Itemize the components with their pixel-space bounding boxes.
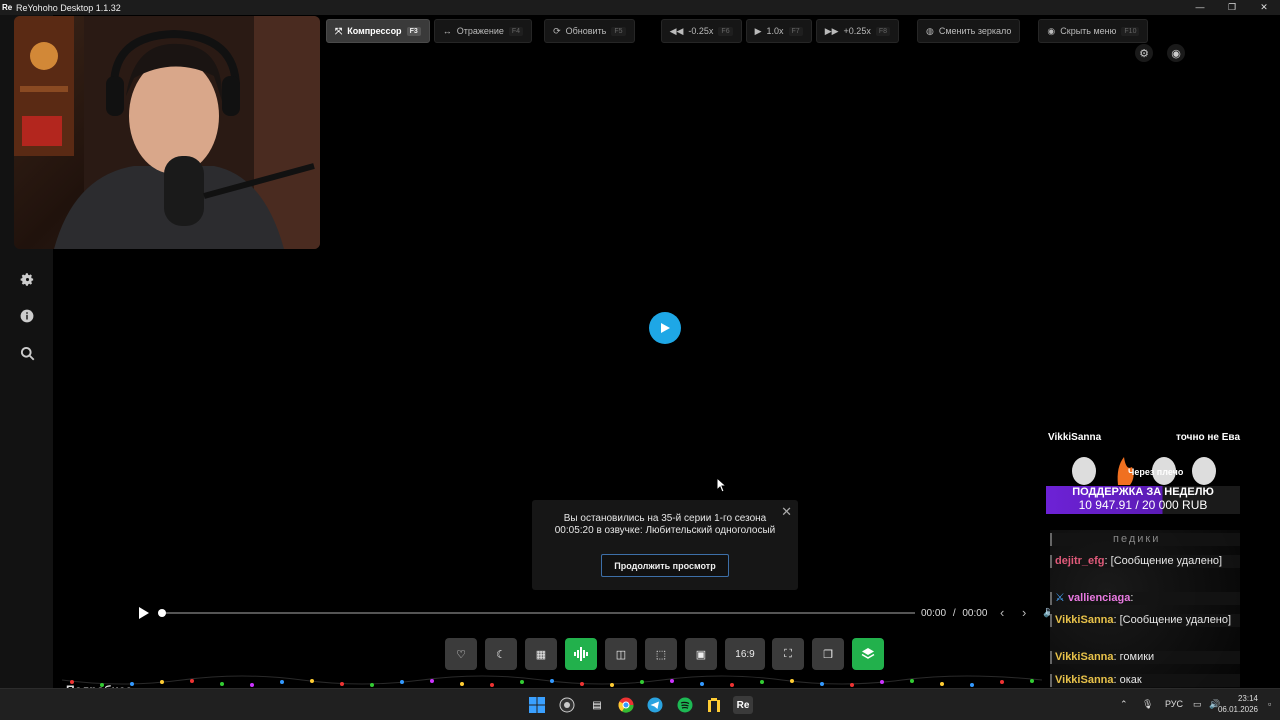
player-settings-icon[interactable]: ⚙	[1135, 44, 1153, 62]
audio-button[interactable]	[565, 638, 597, 670]
chat-message: VikkiSanna: окак	[1050, 674, 1240, 687]
rewind-icon: ◀◀	[669, 25, 684, 36]
resize-button[interactable]: ⬚	[645, 638, 677, 670]
fast-forward-icon: ▶▶	[824, 25, 839, 36]
close-window-button[interactable]: ✕	[1248, 0, 1280, 15]
taskbar: ▤ Re ⌃ 🎙 РУС ▭ 🔊 23:14 06.01.2026 ▫	[0, 688, 1280, 720]
speed-down-button[interactable]: ◀◀ -0.25x F6	[660, 19, 742, 43]
split-view-icon: ◫	[615, 648, 627, 661]
mouse-cursor	[716, 477, 728, 493]
mirror-icon: ↔	[442, 26, 452, 36]
play-icon: ▶	[754, 25, 762, 36]
settings-icon[interactable]	[17, 269, 37, 289]
heart-icon: ♡	[456, 648, 466, 661]
screenshot-button[interactable]: ⛶	[772, 638, 804, 670]
copy-icon: ❐	[823, 648, 833, 661]
app-icon: Re	[2, 3, 13, 12]
resume-dialog: Вы остановились на 35-й серии 1-го сезон…	[532, 500, 798, 590]
telegram-icon[interactable]	[646, 696, 664, 714]
play-pause-button[interactable]	[136, 606, 150, 620]
cats-graphic: Через плечо	[1046, 447, 1240, 487]
chat-message: dejitr_efg: [Сообщение удалено]	[1050, 555, 1240, 568]
resume-message: Вы остановились на 35-й серии 1-го сезон…	[554, 513, 776, 536]
audio-wave-icon	[574, 647, 588, 661]
left-name: VikkiSanna	[1048, 432, 1102, 443]
resize-icon: ⬚	[655, 648, 667, 661]
microphone-icon[interactable]: 🎙	[1142, 699, 1153, 710]
hide-menu-button[interactable]: ◉ Скрыть меню F10	[1038, 19, 1149, 43]
info-icon[interactable]	[17, 306, 37, 326]
screenshot-icon: ⛶	[784, 647, 792, 660]
notification-icon[interactable]: ▫	[1268, 699, 1271, 709]
sword-icon: ⚔	[1055, 592, 1065, 604]
moon-icon: ☾	[496, 648, 506, 661]
webcam-overlay	[14, 16, 320, 249]
game-icon[interactable]	[705, 696, 723, 714]
duration: 00:00	[962, 608, 988, 619]
chat-overlay: педики dejitr_efg: [Сообщение удалено] ⚔…	[1050, 530, 1240, 688]
notepad-icon[interactable]: ▤	[588, 696, 606, 714]
compressor-button[interactable]: ⤧ Компрессор F3	[326, 19, 430, 43]
layers-icon	[861, 648, 875, 659]
network-icon[interactable]: ▭	[1193, 699, 1202, 710]
speed-normal-button[interactable]: ▶ 1.0x F7	[745, 19, 812, 43]
chat-message: ⚔ vallienciaga:	[1050, 592, 1240, 605]
chat-message: педики	[1050, 533, 1240, 546]
language-indicator[interactable]: РУС	[1165, 699, 1183, 709]
refresh-icon: ⟳	[553, 25, 561, 36]
seek-bar[interactable]	[160, 612, 915, 614]
obs-icon[interactable]	[558, 696, 576, 714]
search-icon[interactable]	[17, 343, 37, 363]
previous-episode-icon[interactable]: ‹	[1000, 605, 1004, 620]
eye-icon: ◉	[1047, 25, 1056, 36]
speed-up-button[interactable]: ▶▶ +0.25x F8	[815, 19, 899, 43]
clock-time: 23:14	[1237, 694, 1258, 703]
clock[interactable]: 23:14 06.01.2026	[1218, 693, 1258, 715]
visibility-eye-icon[interactable]: ◉	[1167, 44, 1185, 62]
tray-chevron-icon[interactable]: ⌃	[1120, 699, 1128, 710]
play-icon	[661, 323, 670, 333]
maximize-button[interactable]: ❐	[1216, 0, 1248, 15]
change-mirror-button[interactable]: ◍ Сменить зеркало	[917, 19, 1021, 43]
chat-message: VikkiSanna: [Сообщение удалено]	[1050, 614, 1240, 627]
support-amount: 10 947.91 / 20 000 RUB	[1078, 498, 1208, 512]
donation-header: VikkiSanna точно не Ева	[1048, 432, 1240, 443]
picture-in-picture-button[interactable]: ▣	[685, 638, 717, 670]
time-display: 00:00 / 00:00	[921, 608, 988, 619]
title-bar: Re ReYohoho Desktop 1.1.32 — ❐ ✕	[0, 0, 1280, 15]
continue-watching-button[interactable]: Продолжить просмотр	[601, 554, 729, 577]
mirror-button[interactable]: ↔ Отражение F4	[433, 19, 533, 43]
dark-mode-button[interactable]: ☾	[485, 638, 517, 670]
big-play-button[interactable]	[649, 312, 681, 344]
chrome-icon[interactable]	[617, 696, 635, 714]
grid-icon: ▦	[535, 648, 547, 661]
compress-icon: ⤧	[335, 25, 343, 36]
aspect-ratio-button[interactable]: 16:9	[725, 638, 765, 670]
picture-in-picture-icon: ▣	[695, 648, 707, 661]
globe-icon: ◍	[926, 25, 934, 36]
player-toolbar: ⤧ Компрессор F3 ↔ Отражение F4 ⟳ Обновит…	[326, 19, 1149, 43]
next-episode-icon[interactable]: ›	[1022, 605, 1026, 620]
right-name: точно не Ева	[1176, 432, 1240, 443]
through-label: Через плечо	[1128, 467, 1184, 477]
minimize-button[interactable]: —	[1184, 0, 1216, 15]
window-title: ReYohoho Desktop 1.1.32	[16, 2, 121, 13]
layers-button[interactable]	[852, 638, 884, 670]
chat-message: VikkiSanna: гомики	[1050, 651, 1240, 664]
refresh-button[interactable]: ⟳ Обновить F5	[544, 19, 635, 43]
grid-button[interactable]: ▦	[525, 638, 557, 670]
copy-button[interactable]: ❐	[812, 638, 844, 670]
close-icon[interactable]: ✕	[781, 504, 792, 520]
favorite-button[interactable]: ♡	[445, 638, 477, 670]
support-widget: ПОДДЕРЖКА ЗА НЕДЕЛЮ 10 947.91 / 20 000 R…	[1046, 486, 1240, 514]
clock-date: 06.01.2026	[1217, 705, 1258, 714]
seek-handle[interactable]	[158, 609, 166, 617]
current-time: 00:00	[921, 608, 947, 619]
start-icon[interactable]	[528, 696, 546, 714]
spotify-icon[interactable]	[676, 696, 694, 714]
split-view-button[interactable]: ◫	[605, 638, 637, 670]
reyohoho-taskbar-icon[interactable]: Re	[733, 696, 753, 714]
